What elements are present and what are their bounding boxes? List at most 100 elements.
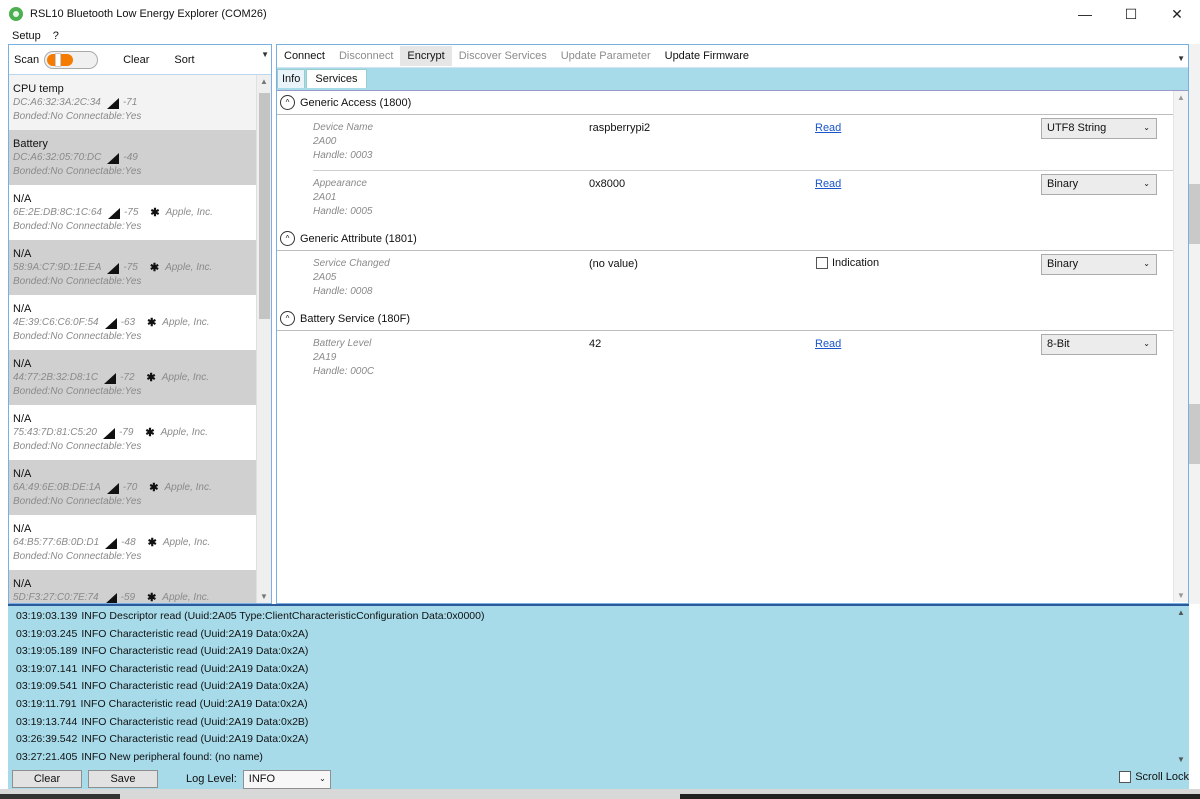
- device-name: N/A: [13, 193, 32, 205]
- device-item[interactable]: N/A 6A:49:6E:0B:DE:1A -70 ✱ Apple, Inc. Bonde…: [9, 460, 257, 515]
- log-message: Characteristic read (Uuid:2A19 Data:0x2A…: [108, 697, 308, 710]
- device-name: N/A: [13, 248, 32, 260]
- log-entry: 03:19:07.141 INFO Characteristic read (Uui…: [8, 661, 1174, 679]
- read-link[interactable]: Read: [815, 122, 841, 134]
- scroll-up-icon[interactable]: ▲: [1177, 608, 1185, 617]
- scroll-lock-checkbox[interactable]: [1119, 771, 1132, 783]
- device-rssi: -48: [121, 537, 136, 548]
- device-item[interactable]: N/A 6E:2E:DB:8C:1C:64 -75 ✱ Apple, Inc. Bonde…: [9, 185, 257, 240]
- log-level: INFO: [81, 680, 107, 693]
- desktop-shape: [1189, 404, 1200, 464]
- service-header[interactable]: ^ Generic Access (1800): [277, 91, 1173, 115]
- chevron-down-icon: ⌄: [1143, 179, 1150, 188]
- format-value: Binary: [1047, 258, 1079, 270]
- desktop-bottom-edge: [0, 789, 1200, 799]
- device-item[interactable]: N/A 58:9A:C7:9D:1E:EA -75 ✱ Apple, Inc. Bonde…: [9, 240, 257, 295]
- signal-strength-icon: [106, 482, 119, 494]
- log-footer: Clear Save Log Level: INFO ⌄ Scroll Lock: [8, 768, 1189, 790]
- format-select[interactable]: Binary ⌄: [1041, 174, 1157, 195]
- format-select[interactable]: Binary ⌄: [1041, 254, 1157, 275]
- characteristic-value: raspberrypi2: [589, 122, 651, 134]
- update-parameter-button[interactable]: Update Parameter: [554, 50, 658, 62]
- signal-strength-icon: [102, 427, 115, 439]
- format-select[interactable]: 8-Bit ⌄: [1041, 334, 1157, 355]
- title-bar[interactable]: RSL10 Bluetooth Low Energy Explorer (COM…: [0, 0, 1200, 28]
- log-level: INFO: [81, 662, 107, 675]
- log-time: 03:19:07.141: [16, 662, 78, 675]
- scan-toggle-knob[interactable]: [55, 52, 62, 67]
- device-rssi: -72: [120, 372, 135, 383]
- device-item[interactable]: N/A 44:77:2B:32:D8:1C -72 ✱ Apple, Inc. Bonde…: [9, 350, 257, 405]
- log-entry: 03:26:39.542 INFO Characteristic read (Uui…: [8, 731, 1174, 749]
- device-address: 64:B5:77:6B:0D:D1: [13, 537, 100, 548]
- device-name: N/A: [13, 358, 32, 370]
- signal-strength-icon: [105, 537, 118, 549]
- services-scrollbar[interactable]: ▲ ▼: [1173, 91, 1188, 602]
- sort-devices-button[interactable]: Sort: [174, 54, 194, 66]
- device-rssi: -75: [123, 207, 139, 218]
- log-message: Characteristic read (Uuid:2A19 Data:0x2A…: [109, 733, 309, 746]
- characteristic-name: Battery Level: [313, 338, 372, 349]
- device-list-scrollbar[interactable]: ▲ ▼: [256, 75, 271, 603]
- scroll-down-icon[interactable]: ▼: [1177, 591, 1185, 600]
- scroll-up-icon[interactable]: ▲: [260, 77, 268, 86]
- tab-info[interactable]: Info: [277, 69, 306, 88]
- clear-devices-button[interactable]: Clear: [123, 54, 149, 66]
- close-button[interactable]: ✕: [1154, 0, 1200, 28]
- indication-label: Indication: [832, 257, 880, 269]
- connect-button[interactable]: Connect: [277, 50, 332, 62]
- scan-toggle[interactable]: [44, 50, 99, 69]
- device-item[interactable]: N/A 75:43:7D:81:C5:20 -79 ✱ Apple, Inc. Bonde…: [9, 405, 257, 460]
- characteristic-handle: Handle: 000C: [313, 366, 375, 377]
- bluetooth-icon: ✱: [147, 592, 157, 603]
- toolbar-overflow-icon[interactable]: ▼: [261, 50, 269, 59]
- device-item[interactable]: N/A 4E:39:C6:C6:0F:54 -63 ✱ Apple, Inc. Bonde…: [9, 295, 257, 350]
- minimize-button[interactable]: —: [1062, 0, 1108, 28]
- characteristic-row: Battery Level 2A19 Handle: 000C 42 Read 8-Bit…: [313, 331, 1173, 387]
- device-item[interactable]: CPU temp DC:A6:32:3A:2C:34 -71 Bonded:No Co…: [9, 75, 257, 130]
- services-view: ^ Generic Access (1800) Device Name 2A00 Han…: [277, 90, 1188, 603]
- menu-help[interactable]: ?: [47, 30, 65, 42]
- indication-checkbox[interactable]: [816, 257, 828, 269]
- characteristic-uuid: 2A00: [313, 136, 337, 147]
- collapse-chevron-up-icon[interactable]: ^: [280, 95, 295, 110]
- device-name: N/A: [13, 303, 32, 315]
- update-firmware-button[interactable]: Update Firmware: [658, 50, 756, 62]
- discover-services-button[interactable]: Discover Services: [452, 50, 554, 62]
- clear-log-button[interactable]: Clear: [12, 770, 82, 788]
- device-bond-status: Bonded:No Connectable:Yes: [13, 386, 142, 397]
- indication-toggle[interactable]: Indication: [816, 257, 879, 269]
- collapse-chevron-up-icon[interactable]: ^: [280, 231, 295, 246]
- scroll-down-icon[interactable]: ▼: [260, 592, 268, 601]
- format-select[interactable]: UTF8 String ⌄: [1041, 118, 1157, 139]
- service-header[interactable]: ^ Generic Attribute (1801): [277, 227, 1173, 251]
- bluetooth-icon: ✱: [145, 427, 155, 439]
- scroll-thumb[interactable]: [259, 93, 270, 319]
- detail-tabs: Info Services: [277, 68, 1188, 88]
- log-scrollbar[interactable]: ▲ ▼: [1174, 606, 1189, 766]
- maximize-button[interactable]: ☐: [1108, 0, 1154, 28]
- disconnect-button[interactable]: Disconnect: [332, 50, 400, 62]
- device-item[interactable]: Battery DC:A6:32:05:70:DC -49 Bonded:No Con…: [9, 130, 257, 185]
- characteristic-value: 42: [589, 338, 602, 350]
- collapse-chevron-up-icon[interactable]: ^: [280, 311, 295, 326]
- menu-setup[interactable]: Setup: [0, 30, 47, 42]
- characteristic-uuid: 2A01: [313, 192, 337, 203]
- log-time: 03:26:39.542: [16, 733, 78, 746]
- scroll-lock-toggle[interactable]: Scroll Lock: [1119, 771, 1189, 783]
- device-item[interactable]: N/A 5D:F3:27:C0:7E:74 -59 ✱ Apple, Inc.: [9, 570, 257, 603]
- read-link[interactable]: Read: [815, 178, 841, 190]
- log-level-select[interactable]: INFO ⌄: [242, 769, 331, 789]
- encrypt-button[interactable]: Encrypt: [400, 46, 452, 66]
- read-link[interactable]: Read: [815, 338, 841, 350]
- save-log-button[interactable]: Save: [88, 770, 158, 788]
- scroll-up-icon[interactable]: ▲: [1177, 93, 1185, 102]
- action-overflow-icon[interactable]: ▼: [1177, 54, 1185, 63]
- device-list: CPU temp DC:A6:32:3A:2C:34 -71 Bonded:No Co…: [9, 75, 257, 603]
- characteristic-handle: Handle: 0005: [313, 206, 373, 217]
- tab-services[interactable]: Services: [306, 69, 367, 88]
- service-title: Generic Attribute (1801): [300, 232, 417, 245]
- device-item[interactable]: N/A 64:B5:77:6B:0D:D1 -48 ✱ Apple, Inc. Bonde…: [9, 515, 257, 570]
- scroll-down-icon[interactable]: ▼: [1177, 755, 1185, 764]
- service-header[interactable]: ^ Battery Service (180F): [277, 307, 1173, 331]
